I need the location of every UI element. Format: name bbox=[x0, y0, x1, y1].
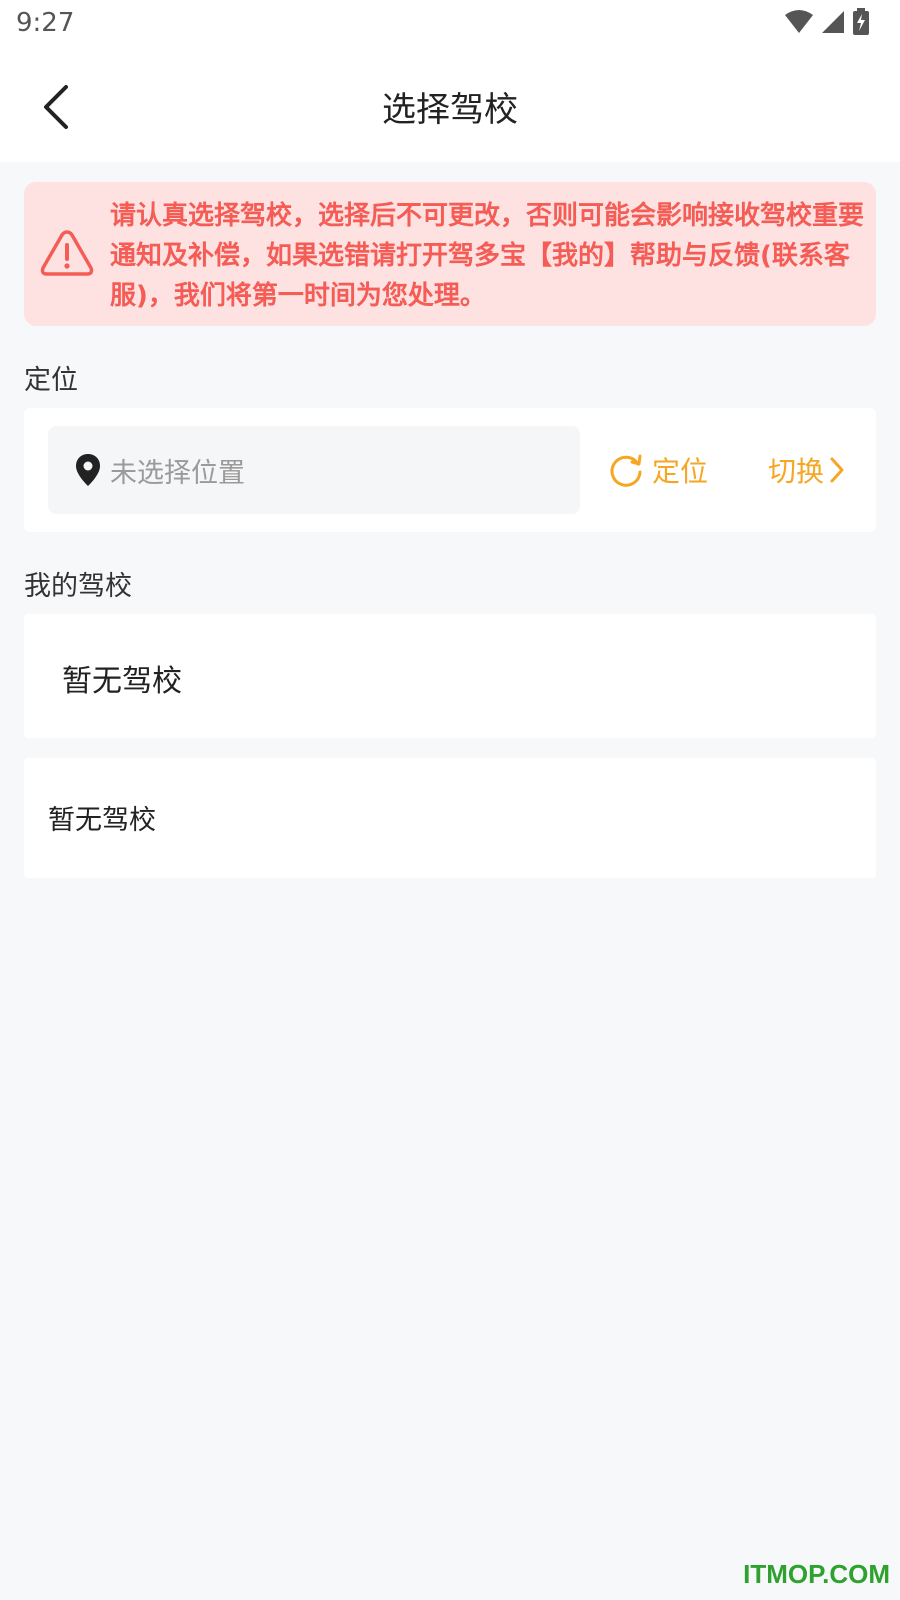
location-field[interactable]: 未选择位置 bbox=[48, 426, 580, 514]
empty-school-list-text: 暂无驾校 bbox=[48, 805, 156, 836]
empty-school-text: 暂无驾校 bbox=[62, 664, 182, 699]
locate-button[interactable]: 定位 bbox=[608, 450, 708, 490]
battery-icon bbox=[853, 8, 869, 35]
switch-label: 切换 bbox=[768, 455, 825, 488]
switch-button[interactable]: 切换 bbox=[768, 450, 846, 490]
location-card: 未选择位置 定位 切换 bbox=[24, 408, 876, 532]
location-placeholder: 未选择位置 bbox=[110, 457, 245, 489]
status-bar: 9:27 bbox=[0, 0, 900, 52]
signal-icon bbox=[822, 11, 844, 33]
status-time: 9:27 bbox=[16, 8, 75, 38]
my-school-section-label: 我的驾校 bbox=[24, 571, 132, 602]
chevron-right-icon bbox=[830, 457, 844, 483]
watermark: ITMOP.COM bbox=[743, 1559, 890, 1589]
warning-icon bbox=[40, 230, 94, 276]
wifi-icon bbox=[785, 10, 813, 33]
notice-text: 请认真选择驾校，选择后不可更改，否则可能会影响接收驾校重要通知及补偿，如果选错请… bbox=[110, 201, 865, 311]
status-icons bbox=[784, 8, 870, 36]
locate-label: 定位 bbox=[652, 455, 709, 488]
school-list-card[interactable]: 暂无驾校 bbox=[24, 758, 876, 878]
notice-banner: 请认真选择驾校，选择后不可更改，否则可能会影响接收驾校重要通知及补偿，如果选错请… bbox=[24, 182, 876, 326]
location-pin-icon bbox=[76, 454, 100, 486]
nav-bar: 选择驾校 bbox=[0, 52, 900, 162]
refresh-icon bbox=[610, 454, 642, 487]
location-section-label: 定位 bbox=[24, 365, 78, 396]
page-title: 选择驾校 bbox=[382, 90, 518, 130]
my-school-card[interactable]: 暂无驾校 bbox=[24, 614, 876, 738]
